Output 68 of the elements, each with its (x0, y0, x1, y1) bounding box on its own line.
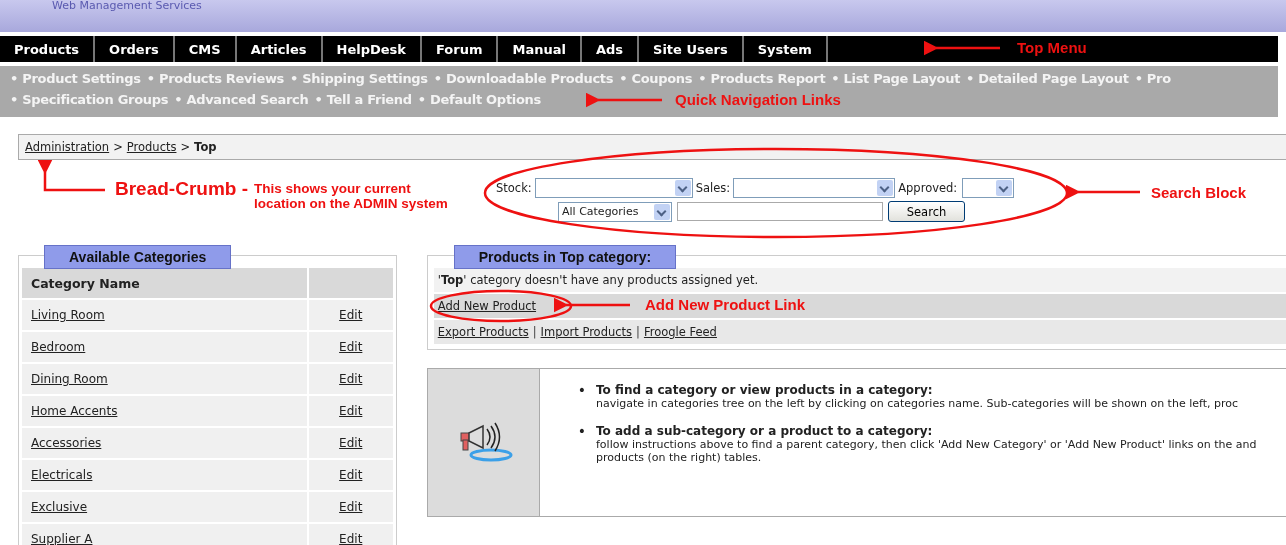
annotation-label: Search Block (1151, 184, 1247, 201)
top-menu-item[interactable]: CMS (174, 36, 237, 62)
edit-link[interactable]: Edit (339, 500, 363, 514)
tip-text: navigate in categories tree on the left by clicking on categories name. Sub-categories will be shown on the left, proc (596, 397, 1240, 410)
annotation-label: Top Menu (1017, 39, 1087, 56)
dropdown-icon (877, 180, 894, 196)
stock-select[interactable] (534, 178, 693, 198)
product-tool-link[interactable]: Froogle Feed (643, 325, 717, 339)
approved-label: Approved: (898, 181, 958, 195)
product-tool-link[interactable]: Import Products (540, 325, 633, 339)
category-select[interactable]: All Categories (558, 201, 672, 222)
panel-title: Products in Top category: (453, 245, 677, 269)
category-link[interactable]: Bedroom (31, 340, 86, 354)
category-link[interactable]: Home Accents (31, 404, 118, 418)
dropdown-icon (654, 203, 670, 220)
breadcrumb-link[interactable]: Products (126, 140, 177, 154)
breadcrumb-link[interactable]: Administration (25, 140, 110, 154)
edit-link[interactable]: Edit (339, 468, 363, 482)
top-menu-item[interactable]: Ads (581, 36, 640, 62)
dropdown-icon (674, 180, 691, 196)
top-menu-item[interactable]: System (743, 36, 828, 62)
search-button[interactable]: Search (888, 201, 965, 222)
bullet: • (577, 383, 586, 400)
annotation-label: Bread-Crumb - (115, 178, 248, 200)
annotation-arrow (37, 159, 105, 192)
product-tool-link[interactable]: Export Products (437, 325, 529, 339)
breadcrumb-separator: > (113, 140, 123, 154)
tip-heading: To add a sub-category or a product to a category: (596, 424, 934, 438)
annotation-label: Quick Navigation Links (675, 91, 841, 108)
category-link[interactable]: Exclusive (31, 500, 88, 514)
edit-link[interactable]: Edit (339, 340, 363, 354)
tip-text: follow instructions above to find a parent category, then click 'Add New Category' or 'Add New Product' links on the and products (on the right) tables. (596, 438, 1258, 464)
site-title: Web Management Services (52, 0, 202, 12)
column-header: Category Name (22, 268, 307, 298)
breadcrumb-current: Top (194, 140, 217, 154)
add-product-link[interactable]: Add New Product (437, 299, 537, 313)
edit-link[interactable]: Edit (339, 404, 363, 418)
annotation-note: This shows your current location on the ADMIN system (254, 180, 449, 211)
top-menu-item[interactable]: Site Users (639, 36, 744, 62)
top-menu-item[interactable]: Orders (95, 36, 175, 62)
category-link[interactable]: Accessories (31, 436, 102, 450)
breadcrumb-separator: > (180, 140, 191, 154)
approved-select[interactable] (962, 178, 1015, 198)
edit-link[interactable]: Edit (339, 532, 363, 545)
category-link[interactable]: Supplier A (31, 532, 93, 545)
top-menu-item[interactable]: Articles (236, 36, 323, 62)
edit-link[interactable]: Edit (339, 308, 363, 322)
edit-link[interactable]: Edit (339, 436, 363, 450)
panel-title: Available Categories (44, 245, 232, 269)
link-separator: | (532, 325, 537, 339)
link-separator: | (636, 325, 640, 339)
category-link[interactable]: Electricals (31, 468, 93, 482)
empty-message: 'Top' category doesn't have any products assigned yet. (437, 273, 759, 287)
category-link[interactable]: Dining Room (31, 372, 108, 386)
sales-label: Sales: (695, 181, 731, 195)
tip-heading: To find a category or view products in a category: (596, 383, 934, 397)
top-menu-item[interactable]: Forum (422, 36, 499, 62)
bullet: • (577, 424, 586, 441)
top-menu-item[interactable]: Products (0, 36, 96, 62)
category-link[interactable]: Living Room (31, 308, 105, 322)
top-menu-item[interactable]: Manual (498, 36, 582, 62)
annotation-label: Add New Product Link (645, 296, 805, 313)
dropdown-icon (996, 180, 1013, 196)
search-field[interactable] (677, 202, 883, 221)
stock-label: Stock: (496, 181, 532, 195)
edit-link[interactable]: Edit (339, 372, 363, 386)
top-menu-item[interactable]: HelpDesk (322, 36, 422, 62)
sales-select[interactable] (733, 178, 896, 198)
